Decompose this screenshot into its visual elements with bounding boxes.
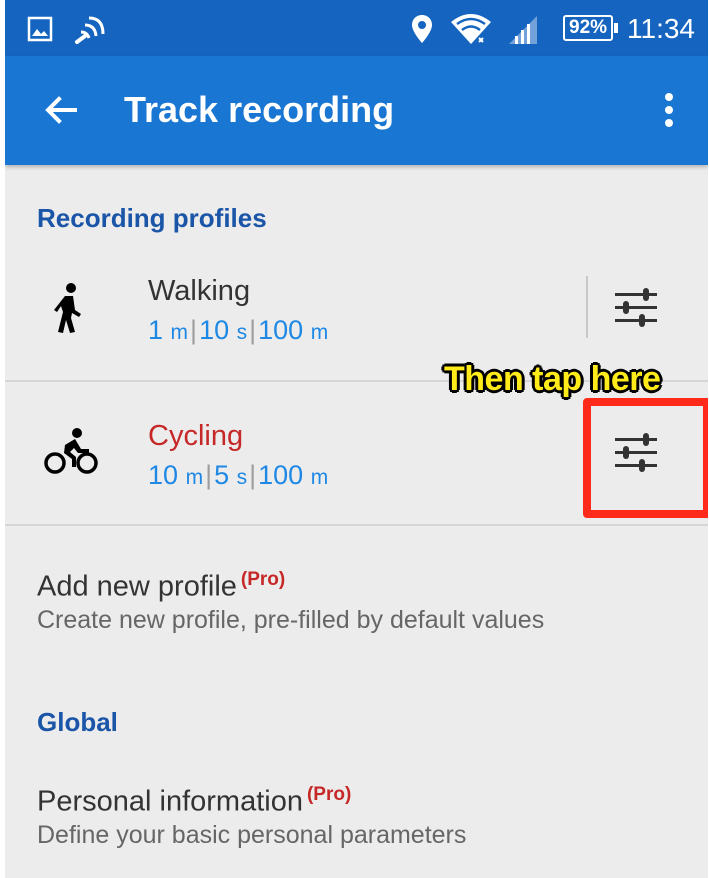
annotation-highlight-box — [583, 398, 708, 518]
accuracy-value: 100 — [258, 315, 304, 345]
time-value: 5 — [214, 460, 230, 490]
personal-information-summary: Define your basic personal parameters — [37, 821, 467, 849]
add-profile-title: Add new profile (Pro) — [37, 563, 285, 604]
profile-row-walking[interactable]: Walking 1 m|10 s|100 m — [5, 236, 708, 380]
clock: 11:34 — [627, 13, 695, 44]
cast-icon — [75, 16, 105, 44]
annotation-label: Then tap here — [444, 360, 661, 398]
separator: | — [249, 315, 257, 345]
cycling-icon — [44, 428, 98, 474]
add-profile-label: Add new profile — [37, 570, 237, 603]
screen: 92% 11:34 Track recording Recording prof… — [5, 0, 708, 878]
divider — [586, 276, 588, 338]
separator: | — [190, 315, 198, 345]
status-bar: 92% 11:34 — [5, 0, 708, 56]
wifi-icon — [451, 14, 491, 44]
battery-indicator: 92% — [563, 14, 619, 42]
signal-icon — [509, 16, 537, 44]
distance-unit: m — [185, 466, 204, 489]
row-divider — [5, 524, 708, 526]
profile-detail: 1 m|10 s|100 m — [148, 314, 328, 349]
time-unit: s — [236, 321, 248, 344]
distance-unit: m — [170, 321, 189, 344]
accuracy-unit: m — [310, 466, 329, 489]
distance-value: 10 — [148, 460, 179, 490]
accuracy-value: 100 — [258, 460, 304, 490]
add-profile-summary: Create new profile, pre-filled by defaul… — [37, 606, 545, 634]
personal-information-title: Personal information (Pro) — [37, 778, 351, 819]
distance-value: 1 — [148, 315, 164, 345]
separator: | — [205, 460, 213, 490]
pro-badge: (Pro) — [306, 784, 352, 805]
profile-name: Cycling — [148, 420, 244, 452]
pro-badge: (Pro) — [240, 569, 286, 590]
time-unit: s — [236, 466, 248, 489]
profile-name: Walking — [148, 275, 251, 307]
battery-icon — [614, 23, 619, 33]
image-icon — [27, 16, 53, 42]
separator: | — [249, 460, 257, 490]
battery-level: 92% — [563, 15, 614, 41]
tune-icon[interactable] — [613, 288, 659, 328]
location-icon — [412, 15, 432, 43]
time-value: 10 — [199, 315, 230, 345]
section-header-global: Global — [37, 707, 118, 737]
walking-icon — [54, 283, 81, 333]
profile-detail: 10 m|5 s|100 m — [148, 459, 328, 494]
app-bar: Track recording — [5, 56, 708, 165]
accuracy-unit: m — [310, 321, 329, 344]
more-vert-icon[interactable] — [657, 90, 681, 130]
personal-information-label: Personal information — [37, 785, 303, 818]
arrow-back-icon[interactable] — [41, 90, 81, 130]
page-title: Track recording — [124, 89, 395, 130]
section-header-recording-profiles: Recording profiles — [37, 203, 267, 233]
